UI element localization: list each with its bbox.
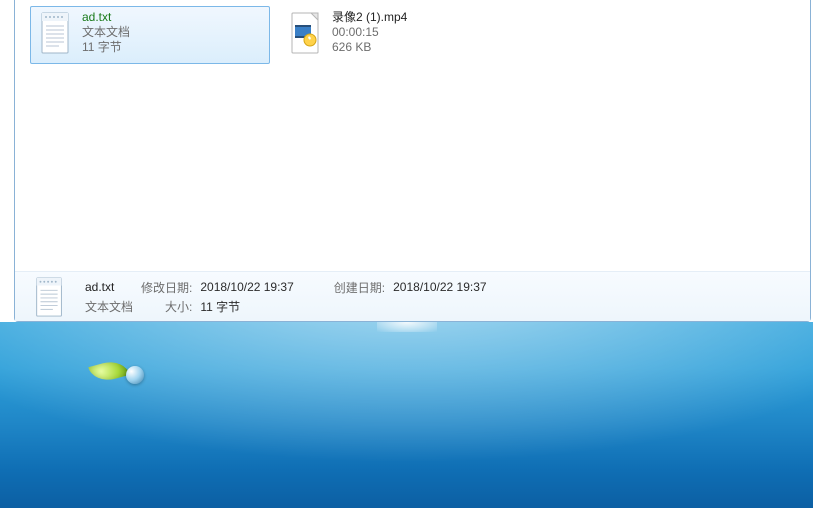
files-row: ad.txt 文本文档 11 字节 (24, 0, 802, 70)
file-size: 626 KB (332, 40, 407, 55)
details-created-value: 2018/10/22 19:37 (393, 280, 486, 294)
details-pane: ad.txt 修改日期: 2018/10/22 19:37 创建日期: 2018… (15, 271, 810, 321)
details-file-type: 文本文档 (85, 298, 133, 315)
wallpaper-orb-icon (126, 366, 144, 384)
file-size: 11 字节 (82, 40, 130, 55)
file-name: ad.txt (82, 10, 130, 25)
details-size-value: 11 字节 (200, 298, 293, 315)
text-file-icon (36, 10, 76, 56)
file-item-text: 录像2 (1).mp4 00:00:15 626 KB (332, 10, 407, 55)
file-duration: 00:00:15 (332, 25, 407, 40)
details-grid: ad.txt 修改日期: 2018/10/22 19:37 创建日期: 2018… (85, 279, 487, 315)
details-modified-label: 修改日期: (141, 279, 192, 296)
file-list-area[interactable]: ad.txt 文本文档 11 字节 (24, 0, 802, 270)
file-item[interactable]: 录像2 (1).mp4 00:00:15 626 KB (280, 6, 520, 64)
desktop-wallpaper[interactable] (0, 322, 813, 508)
file-name: 录像2 (1).mp4 (332, 10, 407, 25)
details-created-label: 创建日期: (334, 279, 385, 296)
file-type: 文本文档 (82, 25, 130, 40)
video-file-icon (286, 10, 326, 56)
details-modified-value: 2018/10/22 19:37 (200, 280, 293, 294)
details-size-label: 大小: (141, 298, 192, 315)
details-file-name: ad.txt (85, 280, 133, 294)
text-file-icon (29, 276, 71, 318)
file-item-text: ad.txt 文本文档 11 字节 (82, 10, 130, 55)
explorer-window: ad.txt 文本文档 11 字节 (14, 0, 811, 322)
file-item[interactable]: ad.txt 文本文档 11 字节 (30, 6, 270, 64)
